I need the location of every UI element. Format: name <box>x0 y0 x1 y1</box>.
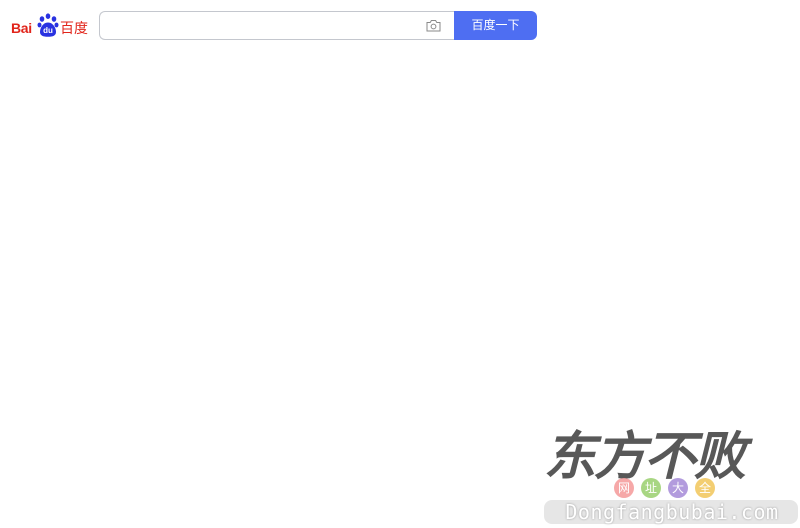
watermark-badge: 全 <box>695 478 715 498</box>
logo-text-left: Bai <box>11 20 32 36</box>
search-box <box>99 11 455 40</box>
baidu-logo[interactable]: Bai du 百度 <box>11 13 89 37</box>
search-header: Bai du 百度 百度一下 <box>0 0 800 52</box>
search-input[interactable] <box>108 12 408 39</box>
search-button[interactable]: 百度一下 <box>454 11 537 40</box>
watermark-brand: 东方不败 网址大全 <box>540 425 800 499</box>
camera-icon[interactable] <box>426 19 441 32</box>
watermark-badge: 网 <box>614 478 634 498</box>
watermark-url: Dongfangbubai.com <box>565 500 779 524</box>
watermark: 东方不败 网址大全 Dongfangbubai.com <box>540 425 800 528</box>
watermark-badge: 址 <box>641 478 661 498</box>
logo-text-right: 百度 <box>60 20 88 36</box>
watermark-subtitle: 网址大全 <box>614 477 722 499</box>
logo-paw-text: du <box>43 26 53 35</box>
watermark-badge: 大 <box>668 478 688 498</box>
